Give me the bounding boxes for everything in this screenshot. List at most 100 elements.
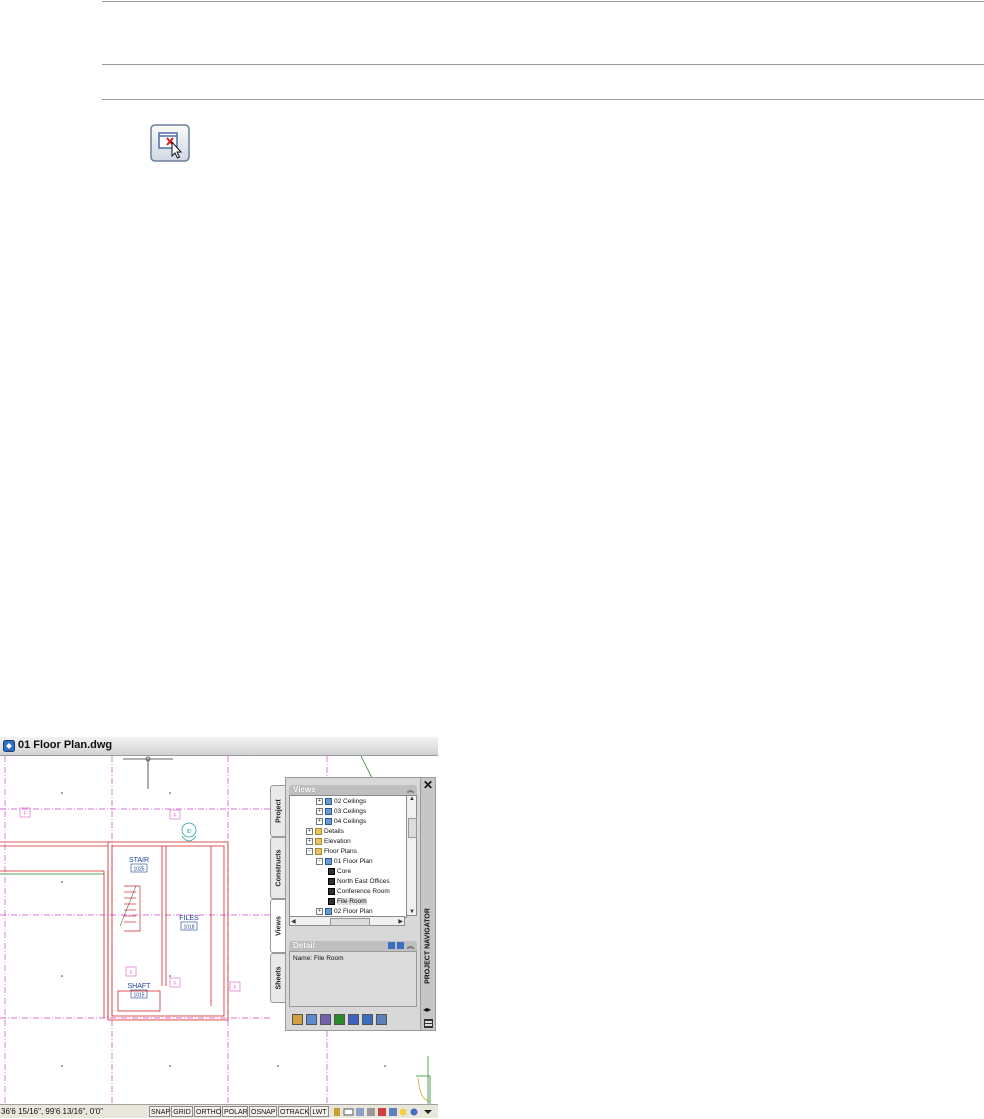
tree-item-label: Elevation xyxy=(324,838,351,845)
tree-item[interactable]: Core xyxy=(328,867,351,876)
view-drawing-icon xyxy=(325,857,332,865)
room-name-files: FILES xyxy=(179,915,199,922)
grid-toggle[interactable]: GRID xyxy=(171,1106,193,1117)
repath-icon[interactable] xyxy=(348,1014,359,1025)
views-tree[interactable]: +02 Ceilings +03 Ceilings +04 Ceilings + Det… xyxy=(289,795,407,918)
grid-tag-label: F xyxy=(173,981,176,987)
model-space-view-icon xyxy=(328,877,335,885)
expander-icon[interactable]: + xyxy=(306,827,313,835)
tree-vertical-scrollbar[interactable]: ▲ ▼ xyxy=(406,795,417,916)
new-view-icon[interactable] xyxy=(292,1014,303,1025)
tree-item-label: 02 Ceilings xyxy=(334,798,367,805)
new-detail-view-icon[interactable] xyxy=(320,1014,331,1025)
room-number-stair: 1025 xyxy=(133,867,144,873)
tree-item-label: 01 Floor Plan xyxy=(334,858,373,865)
collapse-chevron-icon[interactable]: ︽ xyxy=(407,785,414,795)
tab-project[interactable]: Project xyxy=(270,785,286,837)
navigator-title: PROJECT NAVIGATOR xyxy=(424,908,432,984)
folder-icon xyxy=(315,847,322,855)
properties-menu-icon[interactable] xyxy=(424,1019,433,1028)
tree-item-label: File Room xyxy=(337,898,367,905)
tree-item[interactable]: +03 Ceilings xyxy=(316,807,366,816)
grid-tag-label: F xyxy=(173,813,176,819)
copy-view-icon[interactable] xyxy=(376,1014,387,1025)
tree-item[interactable]: +02 Floor Plan xyxy=(316,907,373,916)
polar-toggle[interactable]: POLAR xyxy=(222,1106,248,1117)
folder-icon xyxy=(315,827,322,835)
ortho-toggle[interactable]: ORTHO xyxy=(194,1106,221,1117)
grid-tags xyxy=(19,807,241,992)
tree-horizontal-scrollbar[interactable]: ◀ ▶ xyxy=(289,916,405,926)
deselect-view-tool-icon[interactable] xyxy=(150,124,190,162)
edit-view-icon[interactable] xyxy=(362,1014,373,1025)
expander-icon[interactable]: + xyxy=(316,907,323,915)
tree-item[interactable]: − Floor Plans xyxy=(306,847,357,856)
close-icon[interactable]: ✕ xyxy=(423,779,433,791)
tree-item[interactable]: − 01 Floor Plan xyxy=(316,857,373,866)
divider-line xyxy=(102,99,984,100)
tree-item-label: Details xyxy=(324,828,344,835)
scroll-left-icon: ◀ xyxy=(291,919,296,925)
divider-line xyxy=(102,64,984,65)
tree-item-label: Conference Room xyxy=(337,888,390,895)
room-name-stair: STAIR xyxy=(129,857,149,864)
tab-constructs[interactable]: Constructs xyxy=(270,837,286,899)
collapse-chevron-icon[interactable]: ︽ xyxy=(407,941,414,951)
expander-icon[interactable]: − xyxy=(306,847,313,855)
scroll-up-icon: ▲ xyxy=(409,796,415,802)
tree-item[interactable]: North East Offices xyxy=(328,877,390,886)
title-bar: 01 Floor Plan.dwg xyxy=(0,737,438,756)
detail-pane: Name: File Room xyxy=(289,951,417,1007)
tree-item-label: 03 Ceilings xyxy=(334,808,367,815)
drawing-file-icon xyxy=(3,740,15,752)
view-drawing-icon xyxy=(325,817,332,825)
svg-text:ID: ID xyxy=(187,829,192,835)
room-number-files: 1018 xyxy=(183,925,194,931)
tree-item[interactable]: +02 Ceilings xyxy=(316,797,366,806)
auto-hide-icon[interactable]: ◂▸ xyxy=(423,1005,431,1014)
project-navigator-palette: Project Constructs Views Sheets Views ︽ … xyxy=(270,777,436,1031)
tree-item-label: 02 Floor Plan xyxy=(334,908,373,915)
coordinate-readout: 36'6 15/16", 99'6 13/16", 0'0" xyxy=(1,1107,104,1116)
tree-item[interactable]: Conference Room xyxy=(328,887,390,896)
view-drawing-icon xyxy=(325,807,332,815)
snap-toggle[interactable]: SNAP xyxy=(149,1106,170,1117)
expander-icon[interactable]: + xyxy=(316,797,323,805)
folder-icon xyxy=(315,837,322,845)
tree-item[interactable]: File Room xyxy=(328,897,367,906)
tree-item-label: 04 Ceilings xyxy=(334,818,367,825)
room-name-shaft: SHAFT xyxy=(128,983,152,990)
osnap-toggle[interactable]: OSNAP xyxy=(249,1106,277,1117)
expander-icon[interactable]: − xyxy=(316,857,323,865)
scroll-right-icon: ▶ xyxy=(398,919,403,925)
grid-tag-label: F xyxy=(23,811,26,817)
room-number-shaft: 1015 xyxy=(133,993,144,999)
divider-line xyxy=(102,1,984,2)
window-title: 01 Floor Plan.dwg xyxy=(18,739,113,751)
model-space-view-icon xyxy=(328,897,335,905)
regenerate-icon[interactable] xyxy=(334,1014,345,1025)
scroll-thumb[interactable] xyxy=(330,918,370,926)
model-space-view-icon xyxy=(328,887,335,895)
otrack-toggle[interactable]: OTRACK xyxy=(278,1106,309,1117)
tree-item-label: Core xyxy=(337,868,352,875)
expander-icon[interactable]: + xyxy=(316,807,323,815)
navigator-title-bar: ✕ PROJECT NAVIGATOR ◂▸ xyxy=(421,777,436,1031)
detail-view-icon[interactable] xyxy=(388,942,395,949)
expander-icon[interactable]: + xyxy=(316,817,323,825)
tree-item[interactable]: +04 Ceilings xyxy=(316,817,366,826)
tab-sheets[interactable]: Sheets xyxy=(270,953,286,1003)
tree-item-label: North East Offices xyxy=(337,878,390,885)
expander-icon[interactable]: + xyxy=(306,837,313,845)
status-tray-icons[interactable] xyxy=(330,1106,438,1118)
tree-item[interactable]: + Elevation xyxy=(306,837,351,846)
preview-icon[interactable] xyxy=(397,942,404,949)
scroll-thumb[interactable] xyxy=(408,818,417,838)
tree-item[interactable]: + Details xyxy=(306,827,344,836)
new-model-space-view-icon[interactable] xyxy=(306,1014,317,1025)
lwt-toggle[interactable]: LWT xyxy=(310,1106,329,1117)
model-space-view-icon xyxy=(328,867,335,875)
views-section-header: Views ︽ xyxy=(289,785,417,795)
tab-views[interactable]: Views xyxy=(270,899,286,953)
view-drawing-icon xyxy=(325,907,332,915)
